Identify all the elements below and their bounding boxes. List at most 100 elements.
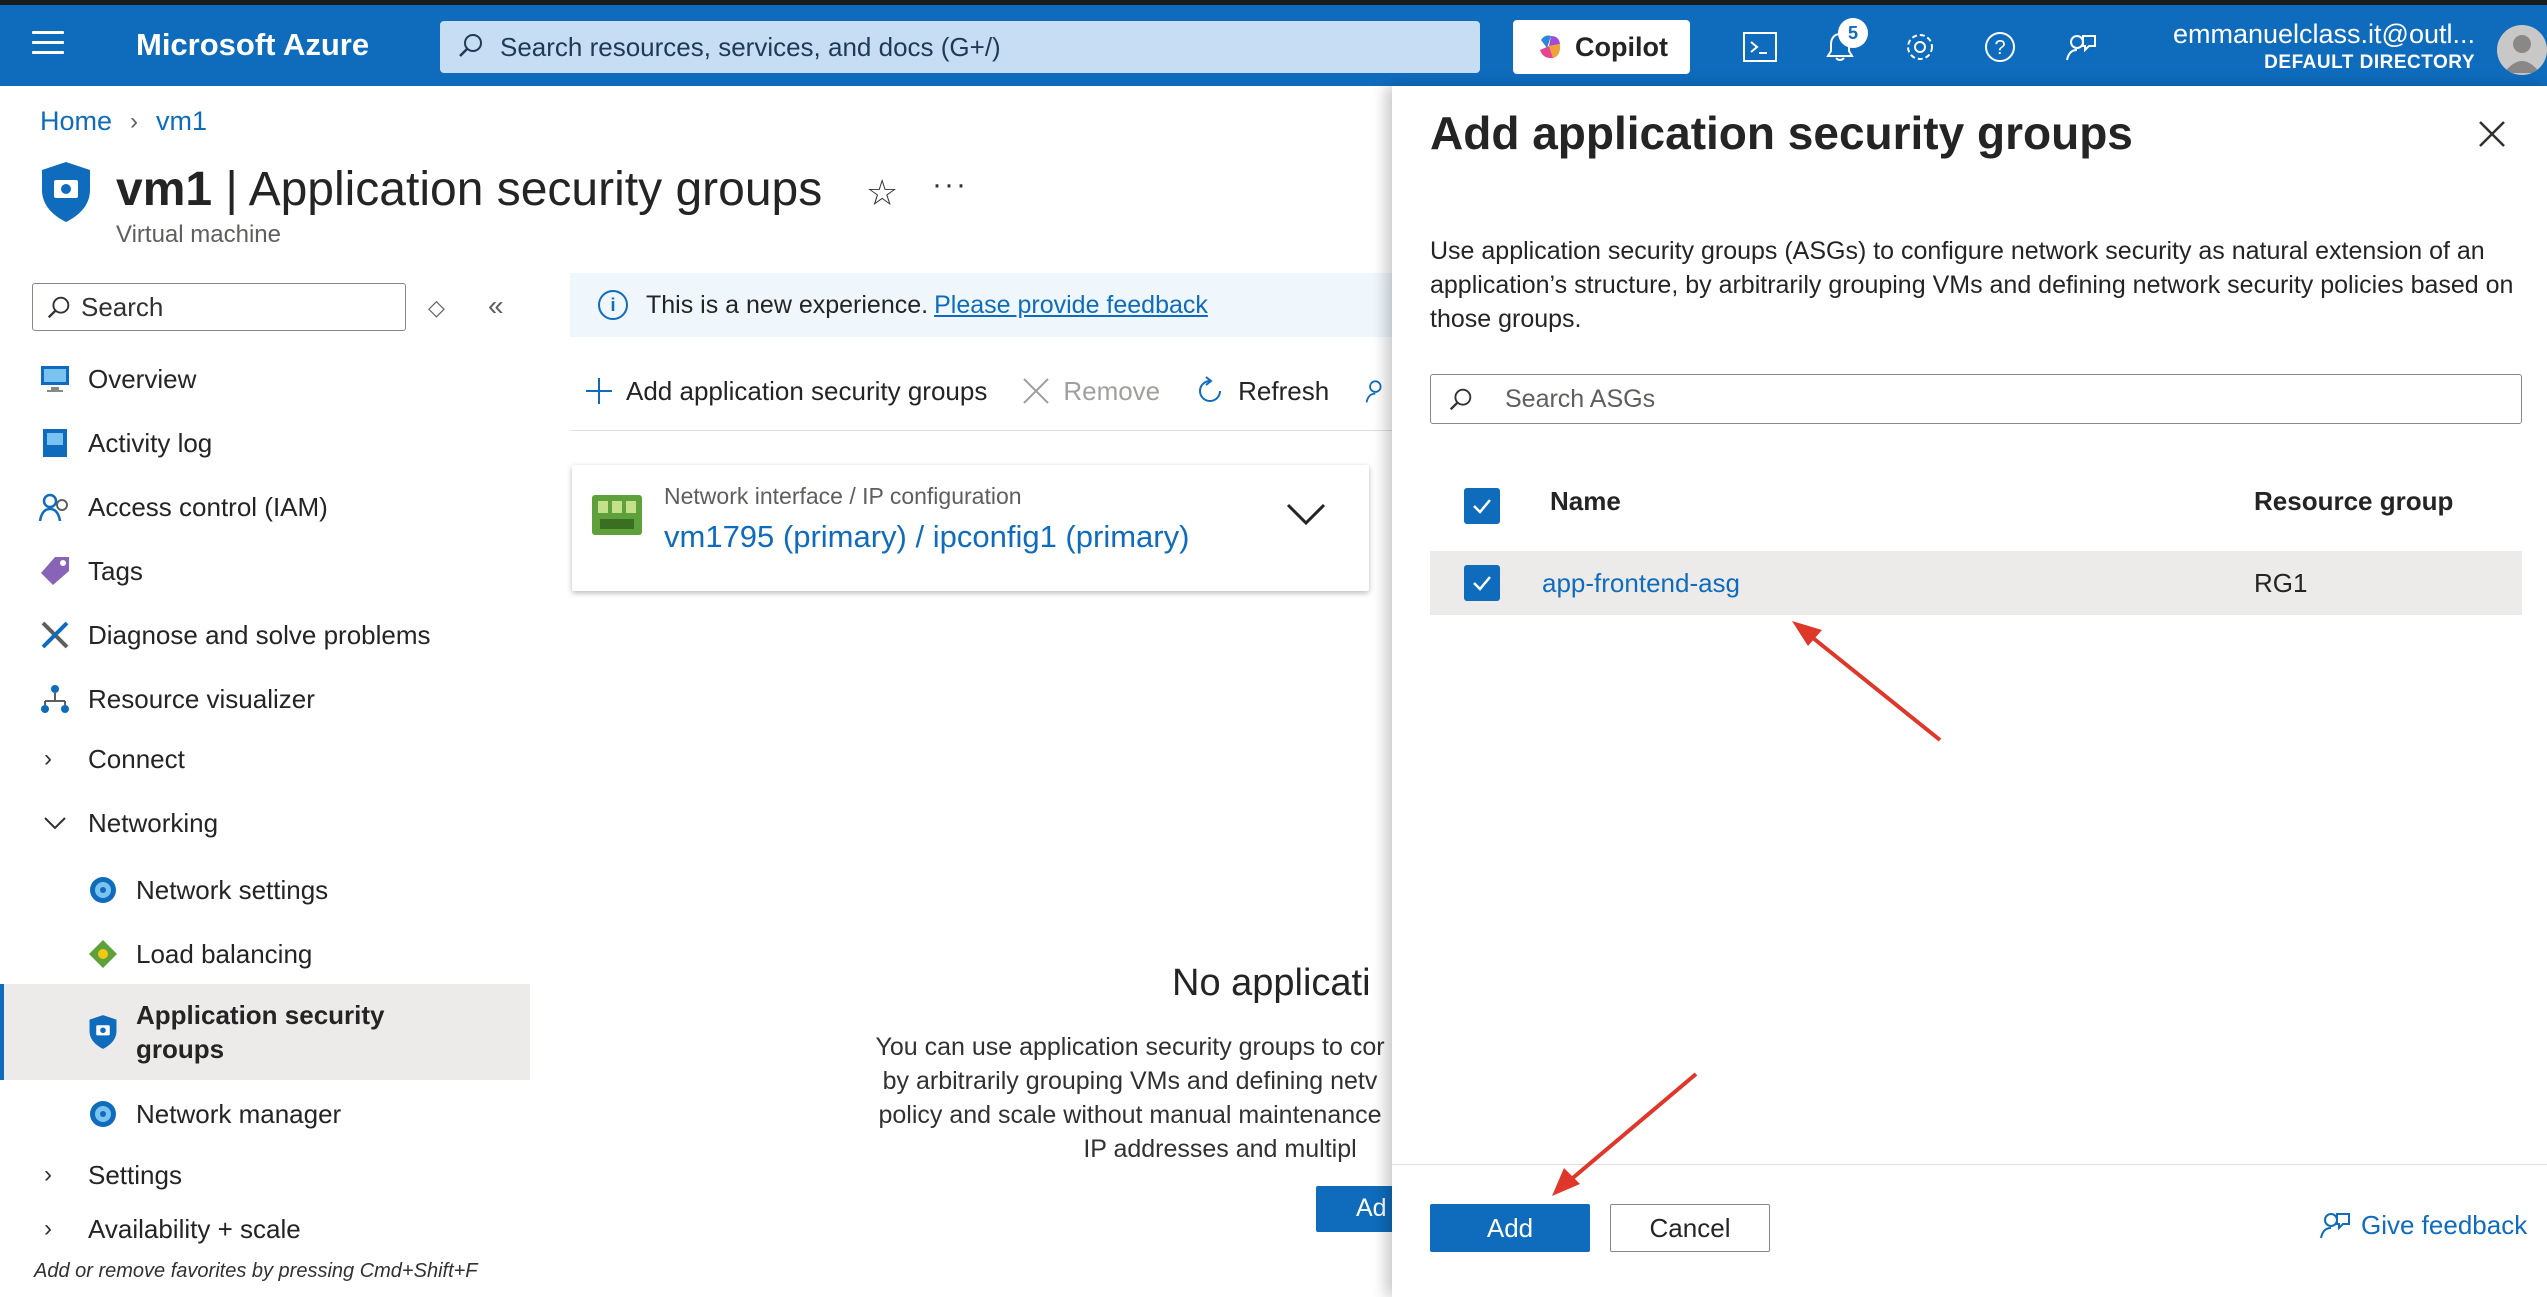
copilot-icon (1540, 35, 1561, 59)
activity-log-icon (38, 426, 72, 460)
sidebar-item-availability-scale[interactable]: › Availability + scale (0, 1209, 530, 1249)
breadcrumb: Home › vm1 (40, 106, 207, 137)
sidebar-item-label: Resource visualizer (88, 683, 315, 714)
command-bar: Add application security groups Remove R… (584, 375, 1427, 407)
sidebar-item-load-balancing[interactable]: Load balancing (0, 924, 530, 984)
row-checkbox[interactable] (1464, 565, 1500, 601)
account-info[interactable]: emmanuelclass.it@outl... DEFAULT DIRECTO… (2173, 19, 2475, 74)
sidebar-item-label: Activity log (88, 427, 213, 458)
add-asg-panel: Add application security groups Use appl… (1392, 86, 2547, 1297)
table-row[interactable]: app-frontend-asg RG1 (1430, 551, 2522, 615)
refresh-toolbar-button[interactable]: Refresh (1194, 375, 1329, 407)
asg-search-placeholder: Search ASGs (1505, 384, 1656, 413)
sidebar-item-label: Networking (88, 807, 219, 838)
feedback-icon[interactable] (2060, 27, 2100, 67)
refresh-toolbar-label: Refresh (1238, 375, 1330, 406)
panel-footer-divider (1392, 1164, 2547, 1165)
chevron-right-icon: › (44, 1215, 52, 1242)
empty-state-title: No applicati (1172, 962, 1371, 1004)
asg-search-input[interactable]: Search ASGs (1430, 374, 2522, 424)
info-banner: i This is a new experience. Please provi… (570, 273, 1400, 337)
brand-title[interactable]: Microsoft Azure (136, 27, 369, 63)
sidebar-item-network-manager[interactable]: Network manager (0, 1084, 530, 1144)
sidebar-item-connect[interactable]: › Connect (0, 729, 530, 789)
refresh-icon (1199, 376, 1222, 402)
column-header-resource-group[interactable]: Resource group (2254, 486, 2453, 517)
feedback-link[interactable]: Please provide feedback (934, 291, 1208, 320)
sidebar-item-label: Load balancing (136, 938, 313, 969)
empty-line: policy and scale without manual maintena… (878, 1101, 1382, 1129)
sidebar-search-input[interactable]: Search (32, 283, 406, 331)
cloud-shell-icon[interactable] (1740, 27, 1780, 67)
page-subtitle: Virtual machine (116, 221, 281, 248)
favorites-hint: Add or remove favorites by pressing Cmd+… (34, 1260, 478, 1282)
help-icon[interactable]: ? (1980, 27, 2020, 67)
nic-ip-config-dropdown[interactable]: Network interface / IP configuration vm1… (572, 465, 1369, 591)
feedback-toolbar-button[interactable] (1363, 375, 1393, 407)
info-text: This is a new experience. (646, 290, 929, 319)
give-feedback-link[interactable]: Give feedback (2317, 1208, 2527, 1242)
network-interface-icon (590, 489, 644, 546)
sidebar-item-tags[interactable]: Tags (0, 541, 530, 601)
asg-name-link[interactable]: app-frontend-asg (1542, 568, 1740, 599)
sidebar-item-settings[interactable]: › Settings (0, 1145, 530, 1205)
notification-count-badge: 5 (1838, 18, 1868, 48)
sidebar-item-application-security-groups[interactable]: Application security groups (0, 984, 530, 1080)
sidebar-item-label: Settings (88, 1159, 182, 1190)
checkmark-icon (1473, 576, 1491, 591)
svg-text:?: ? (1994, 37, 2005, 59)
page-title-section: | Application security groups (212, 163, 823, 216)
toolbar-divider (570, 430, 1400, 431)
people-icon (38, 490, 72, 524)
shield-icon (86, 1015, 120, 1049)
add-asg-toolbar-button[interactable]: Add application security groups (584, 376, 987, 407)
sidebar-item-label: Tags (88, 555, 143, 586)
sidebar-item-activity-log[interactable]: Activity log (0, 413, 530, 473)
page-title-resource: vm1 (116, 163, 213, 216)
close-icon[interactable] (2474, 116, 2510, 152)
hamburger-menu-icon[interactable] (32, 31, 64, 57)
page-title: vm1 | Application security groups (116, 162, 822, 217)
add-button[interactable]: Add (1430, 1204, 1590, 1252)
close-icon (1023, 378, 1050, 404)
remove-toolbar-button[interactable]: Remove (1021, 376, 1160, 407)
avatar[interactable] (2497, 25, 2547, 75)
sidebar-item-label: Access control (IAM) (88, 491, 328, 522)
remove-toolbar-label: Remove (1063, 375, 1161, 406)
breadcrumb-home[interactable]: Home (40, 106, 112, 137)
select-all-checkbox[interactable] (1464, 488, 1500, 524)
sidebar-item-overview[interactable]: Overview (0, 349, 530, 409)
info-icon: i (598, 290, 628, 320)
sidebar-item-label: Diagnose and solve problems (88, 619, 431, 650)
global-search-input[interactable]: Search resources, services, and docs (G+… (440, 21, 1480, 73)
panel-title: Add application security groups (1430, 107, 2133, 159)
cancel-button[interactable]: Cancel (1610, 1204, 1770, 1252)
breadcrumb-separator-icon: › (130, 107, 139, 135)
sidebar-item-access-control[interactable]: Access control (IAM) (0, 477, 530, 537)
account-email: emmanuelclass.it@outl... (2172, 19, 2475, 49)
tag-icon (38, 554, 72, 588)
empty-line: by arbitrarily grouping VMs and defining… (882, 1067, 1378, 1095)
checkmark-icon (1473, 499, 1491, 514)
sidebar-item-resource-visualizer[interactable]: Resource visualizer (0, 669, 530, 729)
more-options-icon[interactable]: ··· (932, 168, 968, 202)
copilot-label: Copilot (1575, 31, 1668, 62)
collapse-sidebar-icon[interactable]: « (488, 290, 504, 322)
favorite-star-icon[interactable]: ☆ (866, 172, 898, 214)
feedback-icon (2320, 1213, 2350, 1239)
column-header-name[interactable]: Name (1550, 486, 1621, 517)
chevron-right-icon: › (44, 1161, 52, 1188)
sidebar-item-diagnose[interactable]: Diagnose and solve problems (0, 605, 530, 665)
global-search-placeholder: Search resources, services, and docs (G+… (500, 31, 1001, 62)
nic-label: Network interface / IP configuration (664, 483, 1022, 509)
search-icon (1449, 388, 1472, 411)
asg-shield-icon (38, 160, 94, 229)
sidebar-item-label: Overview (88, 363, 197, 394)
copilot-button[interactable]: Copilot (1513, 20, 1690, 74)
sort-updown-icon[interactable]: ◇ (428, 295, 445, 321)
sidebar-item-network-settings[interactable]: Network settings (0, 860, 530, 920)
settings-gear-icon[interactable] (1900, 27, 1940, 67)
breadcrumb-vm1[interactable]: vm1 (156, 106, 207, 137)
sidebar-item-networking[interactable]: Networking (0, 793, 530, 853)
top-bar: Microsoft Azure Search resources, servic… (0, 0, 2547, 86)
